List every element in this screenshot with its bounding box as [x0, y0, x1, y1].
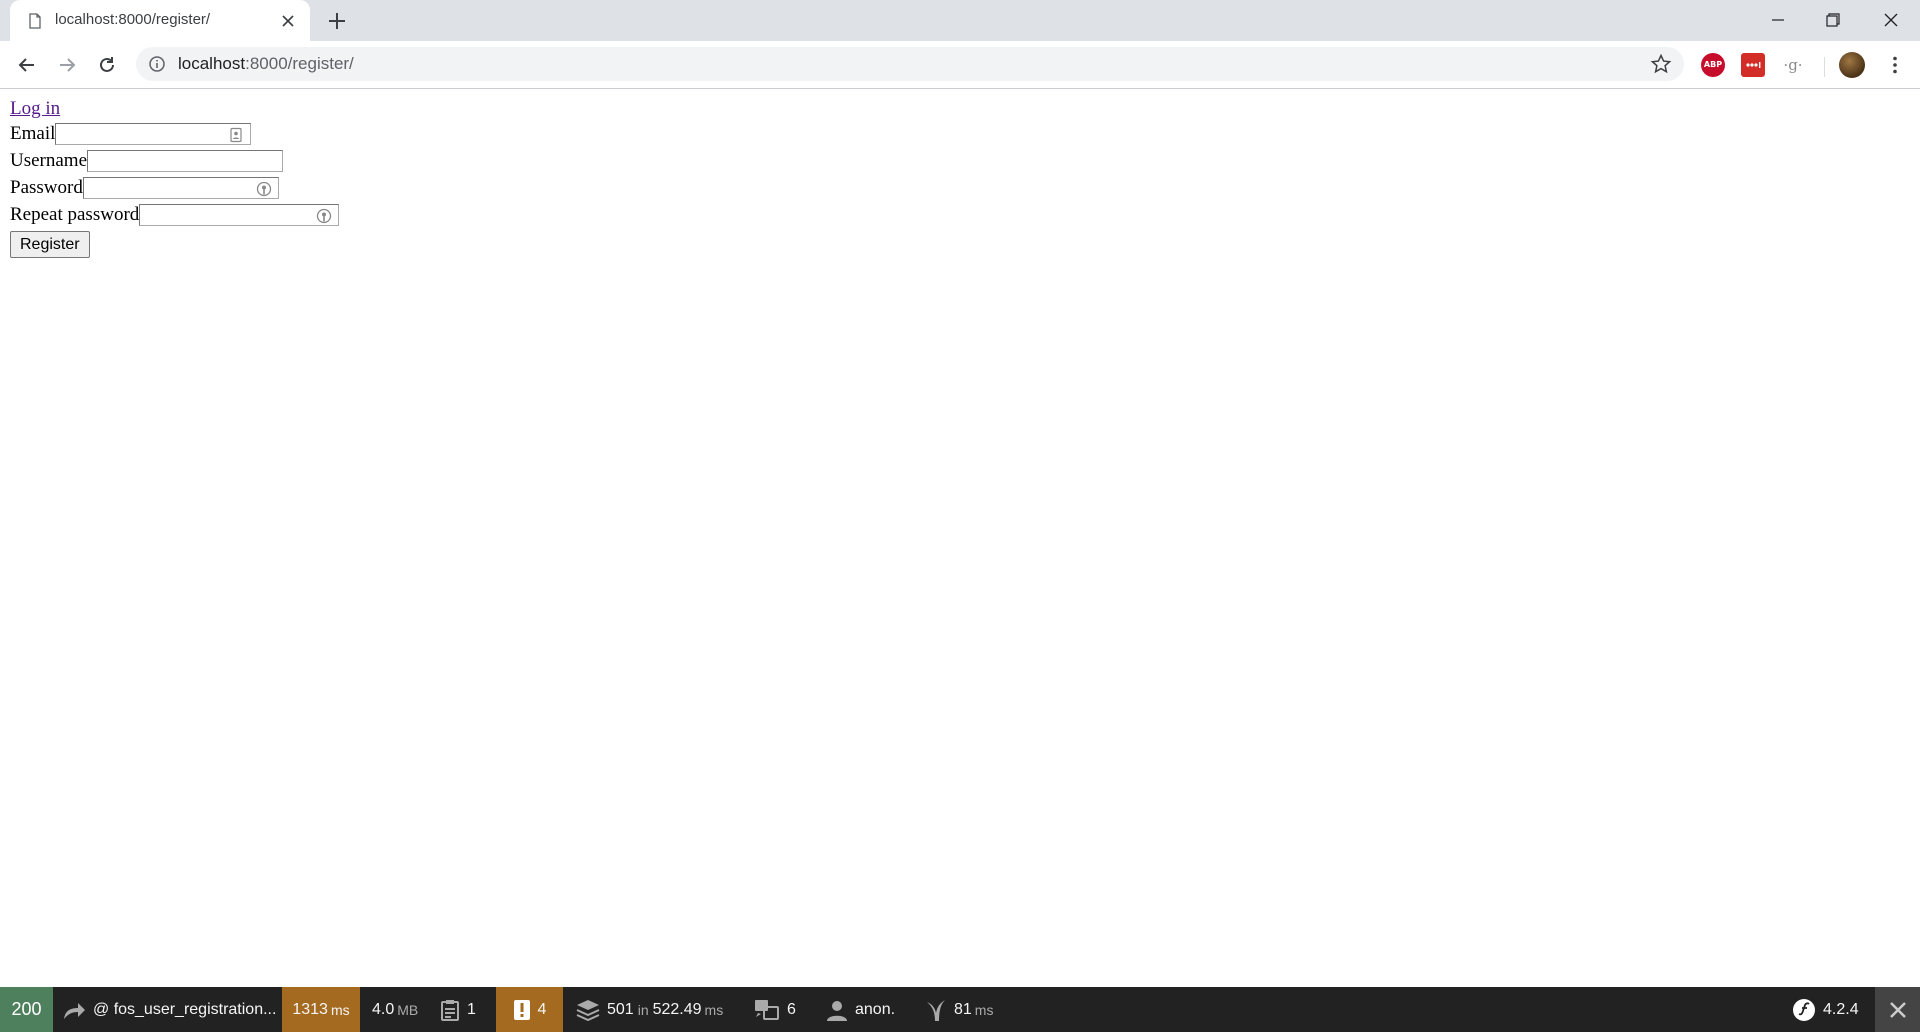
grammar-extension-icon[interactable]: ·g· — [1781, 53, 1805, 77]
twig-panel[interactable]: 81 ms — [925, 987, 993, 1032]
status-code-badge[interactable]: 200 — [0, 987, 53, 1032]
db-time-unit: ms — [704, 1001, 724, 1018]
url-text[interactable]: localhost:8000/register/ — [178, 54, 354, 74]
translation-count: 6 — [787, 1000, 796, 1018]
restore-icon[interactable] — [1823, 10, 1843, 30]
db-query-count: 501 — [607, 1000, 634, 1018]
symfony-version: 4.2.4 — [1823, 1000, 1859, 1018]
db-time: 522.49 — [652, 1000, 702, 1018]
logs-panel[interactable]: 1 — [440, 987, 476, 1032]
password-row: Password — [10, 174, 339, 201]
close-toolbar-button[interactable] — [1875, 987, 1920, 1032]
email-row: Email — [10, 120, 339, 147]
adblock-extension-icon[interactable]: ABP — [1701, 53, 1725, 77]
tab-title: localhost:8000/register/ — [55, 11, 211, 28]
info-icon[interactable] — [148, 55, 166, 73]
warnings-panel[interactable]: 4 — [496, 987, 563, 1032]
status-code: 200 — [11, 999, 42, 1019]
toolbar-separator — [1824, 57, 1825, 77]
username-field[interactable] — [88, 152, 283, 172]
twig-time-unit: ms — [974, 1001, 994, 1018]
username-row: Username — [10, 147, 339, 174]
close-tab-icon[interactable] — [280, 13, 296, 29]
close-icon — [1889, 1001, 1906, 1018]
forward-icon[interactable] — [56, 54, 78, 76]
password-key-icon[interactable] — [316, 208, 332, 224]
password-label: Password — [10, 176, 83, 198]
redirect-arrow-icon — [64, 1002, 85, 1019]
login-link[interactable]: Log in — [10, 98, 339, 120]
repeat-password-row: Repeat password — [10, 201, 340, 228]
username-label: Username — [10, 149, 88, 171]
bookmark-star-icon[interactable] — [1650, 53, 1672, 75]
close-window-icon[interactable] — [1881, 10, 1901, 30]
url-path: :8000/register/ — [245, 54, 354, 73]
memory-value: 4.0 — [372, 1000, 395, 1018]
memory-panel[interactable]: 4.0 MB — [372, 987, 418, 1032]
password-field[interactable] — [83, 179, 278, 199]
browser-menu-icon[interactable] — [1884, 54, 1906, 76]
request-time-unit: ms — [330, 1001, 350, 1018]
browser-toolbar: localhost:8000/register/ ABP ·g· — [0, 41, 1920, 89]
repeat-password-field[interactable] — [140, 206, 339, 226]
route-name: @ fos_user_registration... — [93, 1000, 277, 1018]
tab-strip: localhost:8000/register/ — [0, 0, 1920, 41]
url-host: localhost — [178, 54, 246, 73]
translation-panel[interactable]: 6 — [754, 987, 796, 1032]
username-field-box — [87, 149, 284, 172]
twig-time: 81 — [954, 1000, 972, 1018]
warning-icon — [513, 999, 530, 1020]
email-field[interactable] — [56, 125, 251, 145]
registration-form: Email Username Password Repeat password … — [10, 120, 340, 258]
page-icon — [29, 13, 41, 29]
user-icon — [827, 1000, 847, 1021]
request-time-value: 1313 — [292, 1000, 328, 1018]
password-field-box — [82, 176, 279, 199]
logs-count: 1 — [467, 1000, 476, 1018]
profile-avatar[interactable] — [1839, 52, 1865, 78]
email-label: Email — [10, 122, 56, 144]
translation-icon — [755, 999, 779, 1020]
symfony-debug-toolbar: 200 @ fos_user_registration... 1313 ms 4.… — [0, 987, 1920, 1032]
request-time-panel[interactable]: 1313 ms — [282, 987, 360, 1032]
reload-icon[interactable] — [96, 54, 118, 76]
email-field-box — [55, 122, 252, 145]
repeat-password-field-box — [139, 203, 340, 226]
memory-unit: MB — [397, 1001, 419, 1018]
password-key-icon[interactable] — [256, 181, 272, 197]
clipboard-icon — [441, 999, 459, 1021]
new-tab-icon[interactable] — [326, 10, 348, 32]
browser-tab[interactable]: localhost:8000/register/ — [10, 0, 310, 41]
db-in-label: in — [637, 1001, 649, 1018]
database-panel[interactable]: 501 in 522.49 ms — [576, 987, 723, 1032]
lastpass-dots-icon — [1746, 62, 1761, 68]
minimize-icon[interactable] — [1768, 10, 1788, 30]
warnings-count: 4 — [537, 1000, 547, 1018]
back-icon[interactable] — [16, 54, 38, 76]
security-panel[interactable]: anon. — [826, 987, 895, 1032]
register-button[interactable]: Register — [10, 231, 90, 258]
contact-card-icon[interactable] — [228, 127, 244, 143]
user-name: anon. — [855, 1000, 896, 1018]
repeat-password-label: Repeat password — [10, 203, 140, 225]
twig-icon — [927, 999, 945, 1021]
page-content: Log in Email Username Password Repeat pa… — [10, 98, 340, 258]
lastpass-extension-icon[interactable] — [1741, 53, 1765, 77]
symfony-version-panel[interactable]: 4.2.4 — [1792, 987, 1859, 1032]
route-panel[interactable]: @ fos_user_registration... — [62, 987, 276, 1032]
symfony-logo-icon — [1793, 998, 1815, 1021]
address-bar[interactable]: localhost:8000/register/ — [136, 47, 1684, 81]
database-layers-icon — [576, 999, 600, 1021]
